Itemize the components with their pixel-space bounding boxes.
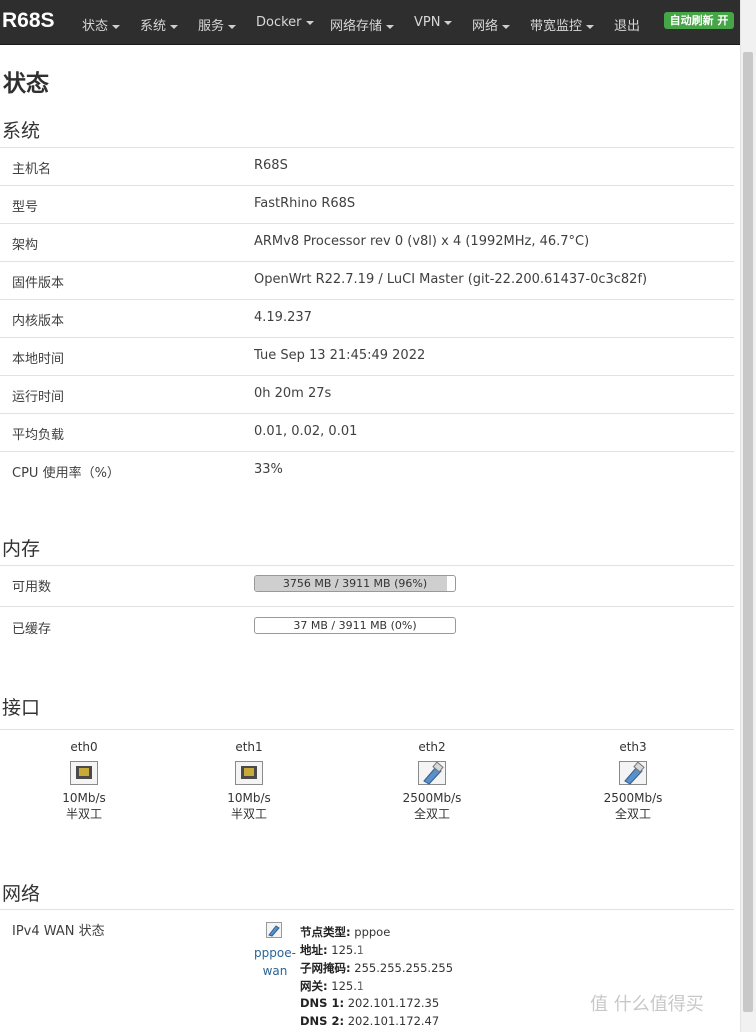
wan-netmask: 子网掩码: 255.255.255.255	[300, 961, 454, 975]
auto-refresh-badge[interactable]: 自动刷新 开	[664, 12, 734, 29]
port-speed: 10Mb/s	[62, 791, 106, 805]
arch-value: ARMv8 Processor rev 0 (v8l) x 4 (1992MHz…	[254, 234, 590, 249]
chevron-down-icon	[586, 24, 595, 29]
kernel-label: 内核版本	[12, 314, 65, 329]
port-eth0: eth0 10Mb/s 半双工	[39, 740, 129, 822]
divider	[0, 337, 734, 338]
port-name: eth1	[235, 740, 263, 754]
divider	[0, 606, 734, 607]
wan-dns2: DNS 2: 202.101.172.47	[300, 1014, 440, 1028]
divider	[0, 147, 734, 148]
port-duplex: 全双工	[614, 807, 651, 821]
divider	[0, 375, 734, 376]
ethernet-port-up-icon	[418, 761, 446, 785]
wan-dns1: DNS 1: 202.101.172.35	[300, 996, 440, 1010]
memory-cached-bar: 37 MB / 3911 MB (0%)	[254, 617, 456, 634]
watermark: 值 什么值得买	[590, 994, 704, 1015]
port-duplex: 半双工	[230, 807, 267, 821]
port-speed: 10Mb/s	[227, 791, 271, 805]
menu-services[interactable]: 服务	[198, 15, 237, 34]
chevron-down-icon	[228, 24, 237, 29]
port-eth1: eth1 10Mb/s 半双工	[204, 740, 294, 822]
scrollbar-thumb[interactable]	[743, 52, 753, 1012]
hostname-label: 主机名	[12, 162, 52, 177]
privacy-mask	[362, 940, 422, 956]
menu-logout[interactable]: 退出	[614, 15, 640, 34]
localtime-label: 本地时间	[12, 352, 65, 367]
model-value: FastRhino R68S	[254, 196, 356, 211]
memory-cached-label: 已缓存	[12, 622, 52, 637]
chevron-down-icon	[386, 24, 395, 29]
wan-gateway: 网关: 125.1	[300, 979, 365, 993]
port-speed: 2500Mb/s	[402, 791, 462, 805]
menu-status[interactable]: 状态	[82, 15, 121, 34]
menu-nas[interactable]: 网络存储	[330, 15, 395, 34]
menu-vpn[interactable]: VPN	[414, 15, 453, 30]
chevron-down-icon	[444, 20, 453, 25]
menu-docker[interactable]: Docker	[256, 15, 314, 30]
ethernet-port-up-icon	[619, 761, 647, 785]
port-duplex: 半双工	[65, 807, 102, 821]
page-title: 状态	[3, 71, 49, 97]
memory-available-text: 3756 MB / 3911 MB (96%)	[282, 577, 428, 590]
ethernet-port-down-icon	[70, 761, 98, 785]
divider	[0, 223, 734, 224]
model-label: 型号	[12, 200, 39, 215]
divider	[0, 565, 734, 566]
menu-bandwidth[interactable]: 带宽监控	[530, 15, 595, 34]
brand-logo[interactable]: R68S	[2, 9, 55, 33]
top-navbar: R68S 状态 系统 服务 Docker 网络存储 VPN 网络 带宽监控 退出…	[0, 0, 740, 45]
divider	[0, 261, 734, 262]
firmware-label: 固件版本	[12, 276, 65, 291]
firmware-value: OpenWrt R22.7.19 / LuCI Master (git-22.2…	[254, 272, 648, 287]
memory-cached-text: 37 MB / 3911 MB (0%)	[293, 619, 417, 632]
section-system-title: 系统	[2, 120, 41, 142]
divider	[0, 185, 734, 186]
loadavg-label: 平均负载	[12, 428, 65, 443]
port-duplex: 全双工	[413, 807, 450, 821]
arch-label: 架构	[12, 238, 39, 253]
divider	[0, 451, 734, 452]
chevron-down-icon	[502, 24, 511, 29]
wan-proto: 节点类型: pppoe	[300, 925, 391, 939]
menu-system[interactable]: 系统	[140, 15, 179, 34]
privacy-mask	[362, 976, 422, 992]
chevron-down-icon	[112, 24, 121, 29]
memory-available-label: 可用数	[12, 580, 52, 595]
section-interfaces-title: 接口	[2, 697, 41, 719]
ethernet-port-down-icon	[235, 761, 263, 785]
chevron-down-icon	[170, 24, 179, 29]
section-network-title: 网络	[2, 883, 41, 905]
section-memory-title: 内存	[2, 538, 41, 560]
pppoe-wan-link[interactable]: pppoe-wan	[254, 944, 296, 980]
port-name: eth3	[619, 740, 647, 754]
uptime-value: 0h 20m 27s	[254, 386, 332, 401]
hostname-value: R68S	[254, 158, 288, 173]
network-interface-icon	[266, 922, 282, 942]
uptime-label: 运行时间	[12, 390, 65, 405]
port-speed: 2500Mb/s	[603, 791, 663, 805]
port-name: eth0	[70, 740, 98, 754]
cpu-usage-value: 33%	[254, 462, 283, 477]
loadavg-value: 0.01, 0.02, 0.01	[254, 424, 358, 439]
ipv4-wan-status-label: IPv4 WAN 状态	[12, 924, 105, 939]
port-eth2: eth2 2500Mb/s 全双工	[387, 740, 477, 822]
port-name: eth2	[418, 740, 446, 754]
menu-network[interactable]: 网络	[472, 15, 511, 34]
localtime-value: Tue Sep 13 21:45:49 2022	[254, 348, 426, 363]
port-eth3: eth3 2500Mb/s 全双工	[588, 740, 678, 822]
memory-available-bar: 3756 MB / 3911 MB (96%)	[254, 575, 456, 592]
divider	[0, 299, 734, 300]
cpu-usage-label: CPU 使用率（%）	[12, 466, 120, 481]
kernel-value: 4.19.237	[254, 310, 312, 325]
divider	[0, 909, 734, 910]
divider	[0, 413, 734, 414]
divider	[0, 729, 734, 730]
chevron-down-icon	[305, 20, 314, 25]
wan-address: 地址: 125.1	[300, 943, 365, 957]
